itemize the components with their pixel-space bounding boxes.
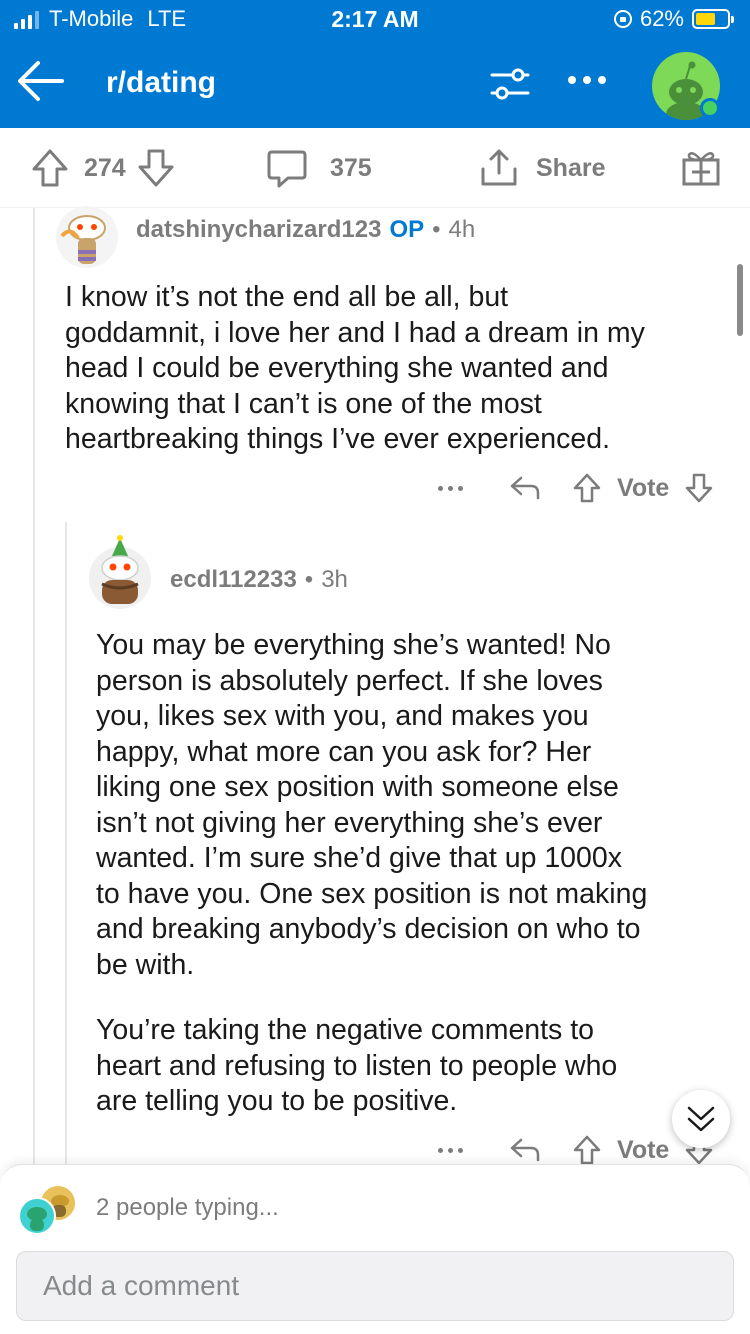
comment-more-button[interactable]: [438, 485, 463, 491]
vote-label: Vote: [617, 473, 670, 502]
comment-header: datshinycharizard123 OP • 4h: [136, 216, 475, 244]
comment-username[interactable]: datshinycharizard123: [136, 216, 381, 244]
commenter-avatar[interactable]: [56, 206, 118, 268]
comment-body: You may be everything she’s wanted! No p…: [96, 628, 736, 1120]
typing-avatar-icon: [18, 1197, 56, 1235]
comment-text-line: knowing that I can’t is one of the most: [65, 387, 542, 420]
comments-button[interactable]: 375: [266, 128, 372, 208]
vote-group: 274: [30, 128, 176, 208]
comment-text-line: and breaking anybody’s decision on who t…: [96, 913, 641, 945]
op-badge: OP: [389, 216, 425, 243]
filter-button[interactable]: [488, 62, 532, 106]
award-button[interactable]: [680, 128, 722, 208]
comment-text-line: You may be everything she’s wanted! No: [96, 629, 611, 661]
snoo-avatar-icon: [89, 535, 151, 609]
thread-line-level2: [65, 522, 67, 1168]
filter-icon: [490, 68, 530, 100]
gift-icon: [682, 152, 720, 186]
battery-percent: 62%: [639, 6, 684, 31]
share-label: Share: [536, 153, 606, 182]
double-chevron-down-icon: [687, 1106, 715, 1132]
scrollbar[interactable]: [737, 264, 743, 336]
comment-text-line: heart and refusing to listen to people w…: [96, 1049, 618, 1082]
comment-text-line: wanted. I’m sure she’d give that up 1000…: [96, 842, 622, 874]
status-right: 62%: [613, 6, 734, 32]
comment-text-line: You’re taking the negative comments to: [96, 1014, 594, 1046]
add-comment-input[interactable]: Add a comment: [16, 1251, 734, 1321]
comment-upvote-icon[interactable]: [571, 1134, 603, 1166]
orientation-lock-icon: [613, 10, 632, 28]
more-dots-icon: [438, 485, 443, 491]
reply-icon[interactable]: [509, 1136, 541, 1164]
reply-icon[interactable]: [509, 474, 541, 502]
thread-line-level1: [33, 208, 35, 1168]
comment-text-line: are telling you to be positive.: [96, 1085, 458, 1117]
nav-row: r/dating: [0, 40, 750, 128]
comment-body: I know it’s not the end all be all, but …: [65, 280, 735, 458]
comment-placeholder: Add a comment: [43, 1270, 240, 1301]
status-bar: T-Mobile LTE 2:17 AM 62%: [0, 0, 750, 40]
bottom-panel: 2 people typing... Add a comment: [0, 1164, 750, 1334]
vote-label: Vote: [617, 1135, 670, 1164]
comment-header: ecdl112233 • 3h: [170, 566, 348, 594]
upvote-arrow-icon: [32, 149, 68, 187]
typing-text: 2 people typing...: [96, 1194, 279, 1221]
battery-fill: [696, 13, 715, 25]
comment-text-line: be with.: [96, 948, 195, 981]
typing-avatars: [16, 1183, 82, 1235]
downvote-arrow-icon: [138, 149, 174, 187]
more-options-button[interactable]: [568, 76, 606, 84]
upvote-count: 274: [84, 153, 126, 182]
comment-age: 3h: [321, 566, 348, 593]
comment-more-button[interactable]: [438, 1147, 463, 1153]
share-button[interactable]: Share: [478, 128, 605, 208]
more-icon: [568, 76, 576, 84]
comment-text-line: head I could be everything she wanted an…: [65, 352, 609, 384]
upvote-button[interactable]: [30, 147, 70, 189]
comment-text-line: happy, what more can you ask for? Her: [96, 735, 592, 768]
typing-indicator: 2 people typing...: [16, 1183, 279, 1235]
comment-username[interactable]: ecdl112233: [170, 566, 297, 594]
snoo-avatar-icon: [60, 215, 106, 264]
online-indicator: [700, 98, 720, 118]
post-action-bar: 274 375 Share: [0, 128, 750, 208]
comment-text-line: to have you. One sex position is not mak…: [96, 877, 648, 910]
comment-actions: Vote: [438, 468, 715, 508]
comment-upvote-icon[interactable]: [571, 472, 603, 504]
next-comment-button[interactable]: [672, 1090, 730, 1148]
app-header: T-Mobile LTE 2:17 AM 62% r/dating: [0, 0, 750, 128]
comment-text-line: you, likes sex with you, and makes you: [96, 700, 589, 732]
comment-text-line: goddamnit, i love her and I had a dream …: [65, 316, 645, 349]
battery-icon: [692, 9, 734, 29]
downvote-button[interactable]: [136, 147, 176, 189]
subreddit-title[interactable]: r/dating: [106, 66, 216, 100]
share-icon: [481, 149, 517, 186]
comment-count: 375: [330, 153, 372, 182]
commenter-avatar[interactable]: [88, 534, 152, 610]
comment-text-line: person is absolutely perfect. If she lov…: [96, 664, 603, 697]
back-arrow-icon: [18, 61, 64, 101]
comment-bubble-icon: [267, 150, 307, 188]
comment-text-line: I know it’s not the end all be all, but: [65, 281, 509, 313]
comment-text-line: heartbreaking things I’ve ever experienc…: [65, 423, 610, 455]
back-button[interactable]: [14, 54, 68, 108]
comment-age: 4h: [448, 216, 476, 243]
separator-dot: •: [304, 566, 314, 593]
more-dots-icon: [438, 1147, 443, 1153]
comment-downvote-icon[interactable]: [683, 472, 715, 504]
separator-dot: •: [432, 216, 441, 243]
comment-text-line: isn’t not giving her everything she’s ev…: [96, 806, 603, 839]
comment-text-line: liking one sex position with someone els…: [96, 771, 619, 803]
